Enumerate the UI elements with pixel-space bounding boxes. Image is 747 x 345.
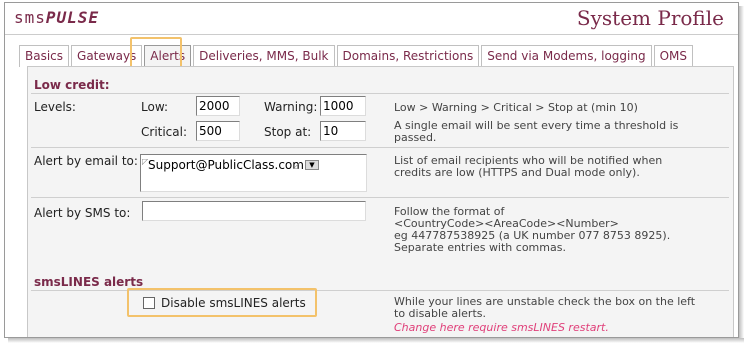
critical-label: Critical: [141, 125, 188, 139]
alert-email-label: Alert by email to: [34, 154, 138, 168]
window-shadow-right [739, 6, 744, 340]
threshold-email-note: A single email will be sent every time a… [394, 119, 679, 132]
alert-email-note-cont: credits are low (HTTPS and Dual mode onl… [394, 166, 640, 179]
levels-label: Levels: [34, 100, 76, 114]
low-label: Low: [141, 100, 169, 114]
warning-label: Warning: [264, 100, 318, 114]
field-marker-icon: ◿ [293, 161, 300, 170]
alert-email-textarea[interactable]: ◸ Support@PublicClass.com ◿ ▼ [140, 154, 367, 192]
low-credit-heading: Low credit: [34, 78, 110, 92]
low-threshold-input[interactable] [196, 96, 240, 116]
smslines-note-cont: to disable alerts. [394, 307, 486, 320]
tab-deliveries[interactable]: Deliveries, MMS, Bulk [193, 45, 335, 67]
tab-bar: Basics Gateways Alerts Deliveries, MMS, … [19, 45, 695, 67]
sms-separator-note: Separate entries with commas. [394, 241, 566, 254]
warning-threshold-input[interactable] [320, 96, 366, 116]
window-frame: smsPULSE System Profile Basics Gateways … [4, 2, 739, 338]
alert-sms-label: Alert by SMS to: [34, 206, 131, 220]
section-divider [31, 147, 729, 148]
stop-at-label: Stop at: [264, 125, 312, 139]
alert-sms-input[interactable] [142, 201, 366, 221]
tab-alerts-highlight [130, 37, 182, 69]
smslines-restart-warning: Change here require smsLINES restart. [394, 321, 609, 334]
section-divider [31, 197, 729, 198]
alert-email-value: Support@PublicClass.com [148, 158, 304, 172]
threshold-email-note-cont: passed. [394, 131, 437, 144]
smslines-heading: smsLINES alerts [34, 275, 144, 289]
levels-note: Low > Warning > Critical > Stop at (min … [394, 101, 638, 114]
app-logo: smsPULSE [14, 8, 100, 27]
tab-oms[interactable]: OMS [653, 45, 693, 67]
section-divider [31, 93, 729, 94]
stop-at-threshold-input[interactable] [320, 121, 366, 141]
tab-basics[interactable]: Basics [19, 45, 70, 67]
tab-send-via-modems[interactable]: Send via Modems, logging [481, 45, 652, 67]
tab-domains[interactable]: Domains, Restrictions [336, 45, 480, 67]
checkbox-highlight [127, 288, 317, 317]
page-title: System Profile [576, 6, 724, 30]
chevron-down-icon[interactable]: ▼ [305, 160, 319, 170]
window-shadow-bottom [8, 338, 744, 343]
critical-threshold-input[interactable] [196, 121, 240, 141]
header-divider [5, 34, 738, 35]
